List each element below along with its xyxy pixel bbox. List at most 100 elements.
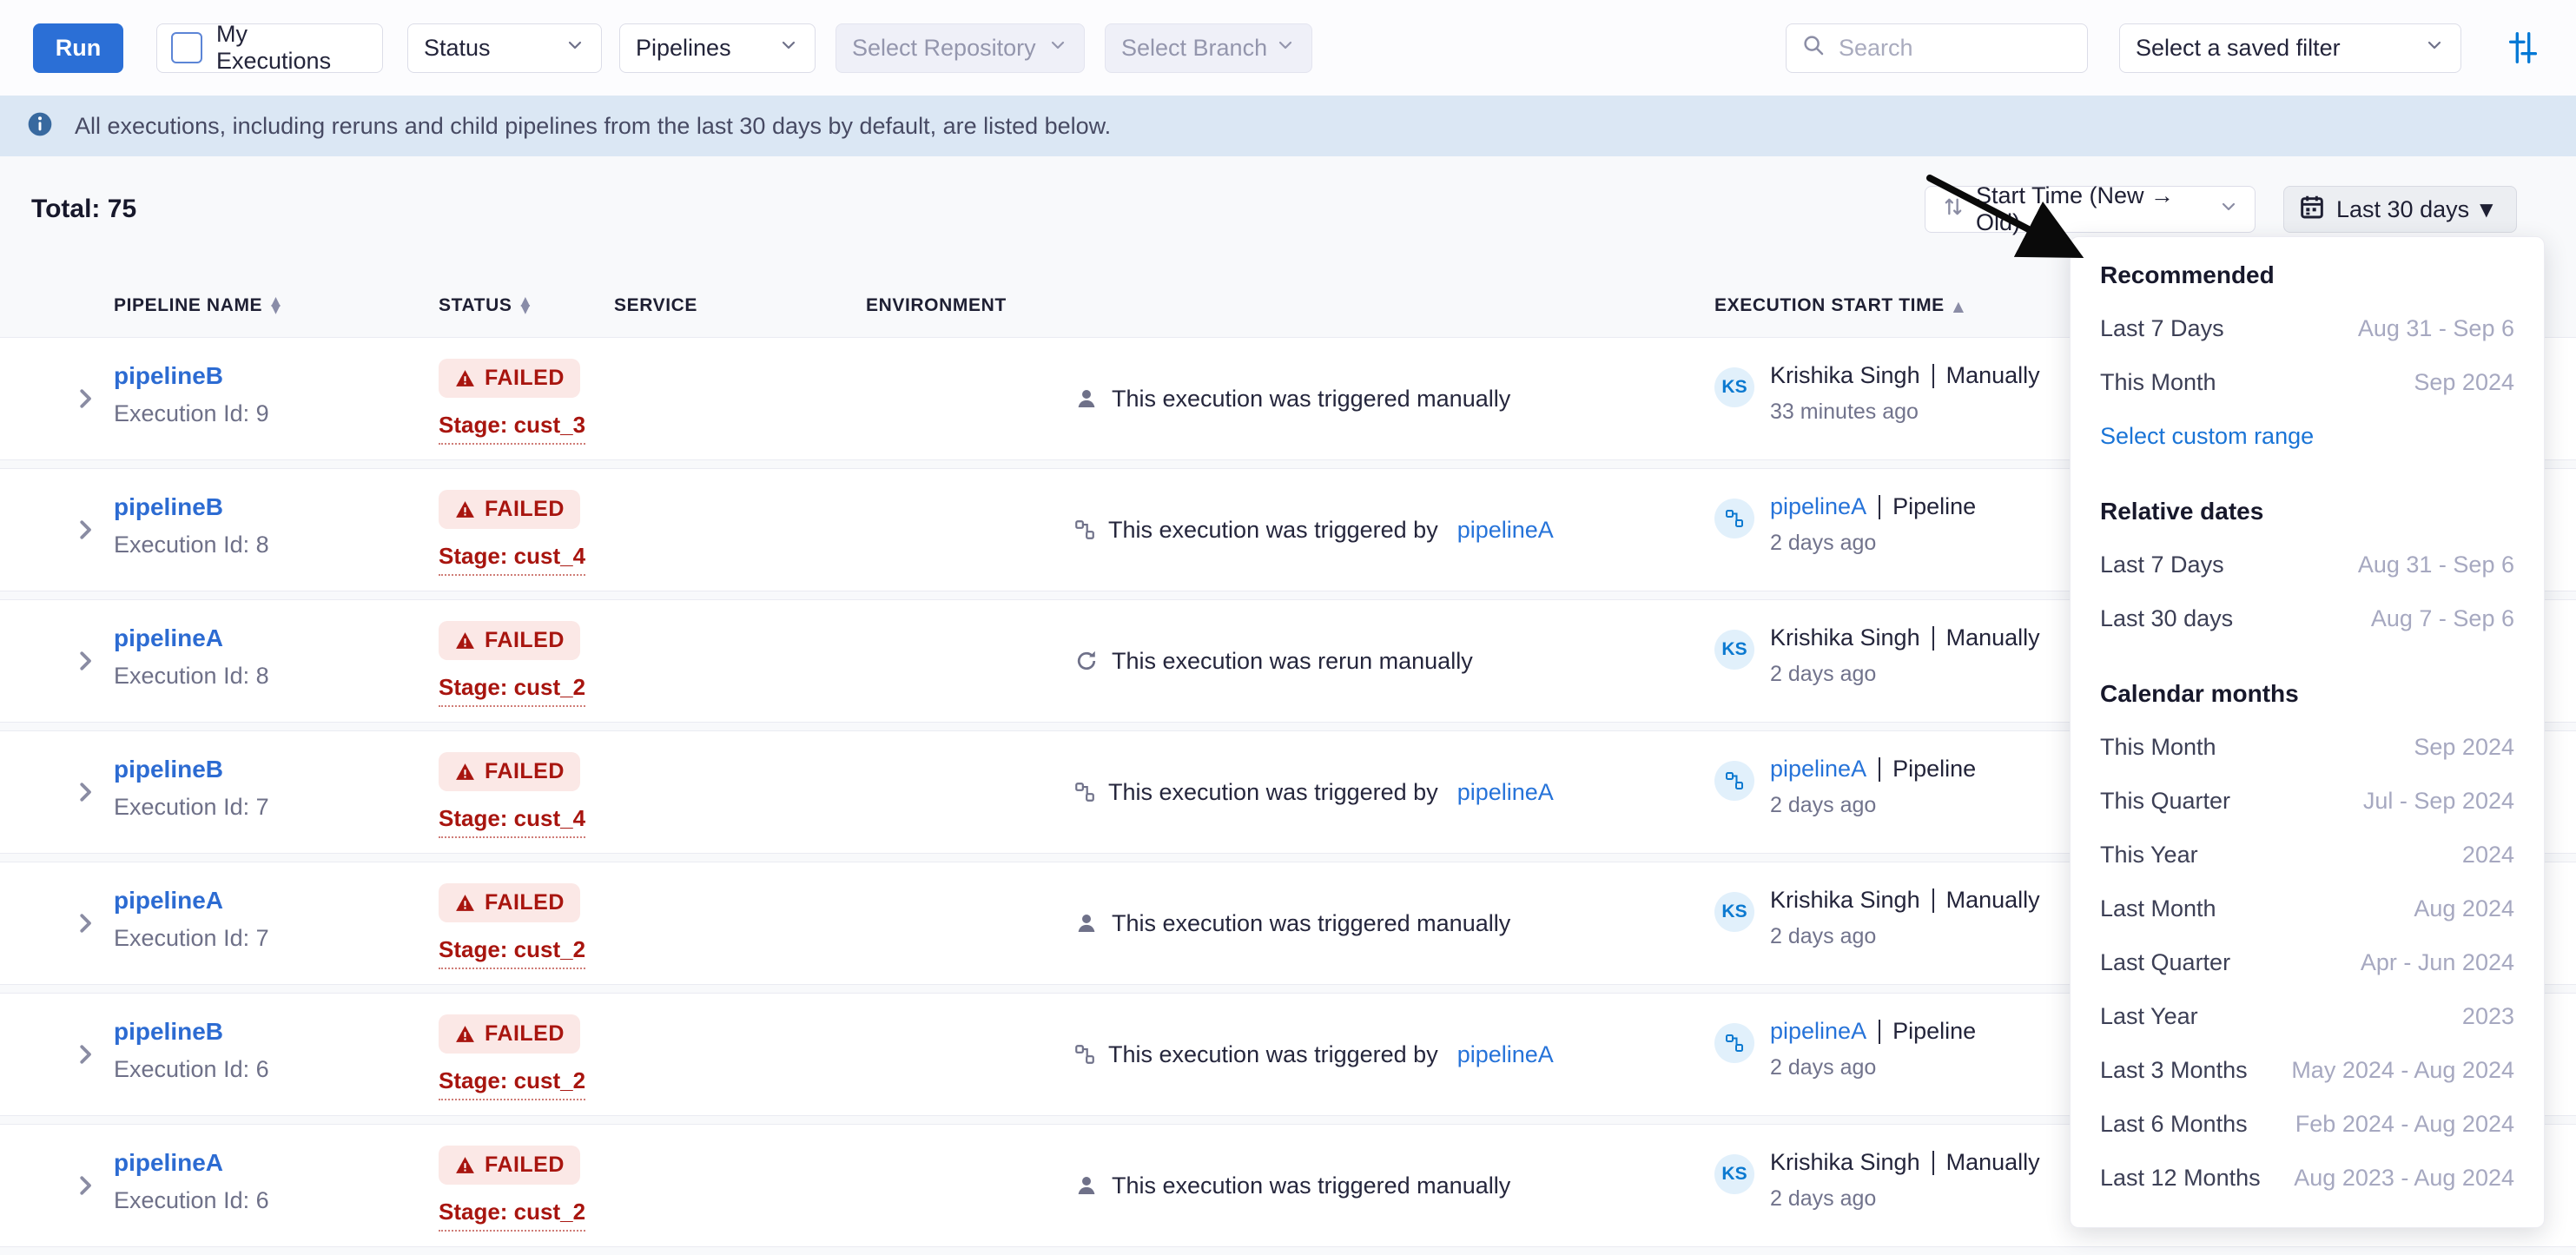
menu-item-last-7-days[interactable]: Last 7 DaysAug 31 - Sep 6 [2100,301,2514,355]
menu-item-this-year[interactable]: This Year2024 [2100,828,2514,882]
pipeline-trigger-icon [1073,1043,1096,1066]
expand-row-icon[interactable] [72,910,98,936]
environment-cell [866,731,1073,853]
menu-item-last-30-days[interactable]: Last 30 days Aug 7 - Sep 6 [2100,591,2514,645]
service-cell [614,994,866,1115]
starter-kind: Pipeline [1892,756,1976,783]
menu-item-last-7-days[interactable]: Last 7 DaysAug 31 - Sep 6 [2100,538,2514,591]
menu-item-last-year[interactable]: Last Year2023 [2100,989,2514,1043]
divider [1879,757,1880,782]
menu-item-last-3-months[interactable]: Last 3 MonthsMay 2024 - Aug 2024 [2100,1043,2514,1097]
service-cell [614,600,866,722]
header-status[interactable]: STATUS ▲▼ [439,295,614,316]
filter-sliders-icon[interactable] [2503,28,2543,68]
chevron-down-icon [1047,35,1068,62]
trigger-pipeline-link[interactable]: pipelineA [1457,1041,1554,1068]
pipeline-name-link[interactable]: pipelineB [114,1018,223,1045]
failed-stage-link[interactable]: Stage: cust_3 [439,412,585,445]
search-box[interactable] [1786,23,2088,73]
failed-stage-link[interactable]: Stage: cust_2 [439,936,585,969]
service-cell [614,731,866,853]
pipeline-name-link[interactable]: pipelineA [114,1149,223,1176]
menu-section-title: Calendar months [2100,678,2514,710]
starter-pipeline-link[interactable]: pipelineA [1770,493,1866,520]
header-label: ENVIRONMENT [866,295,1007,316]
pipeline-name-link[interactable]: pipelineB [114,362,223,389]
failed-stage-link[interactable]: Stage: cust_2 [439,1199,585,1232]
select-branch-label: Select Branch [1121,35,1267,62]
starter-pipeline-link[interactable]: pipelineA [1770,756,1866,783]
pipeline-name-link[interactable]: pipelineA [114,887,223,914]
menu-item-last-6-months[interactable]: Last 6 MonthsFeb 2024 - Aug 2024 [2100,1097,2514,1151]
menu-item-label: Last Month [2100,895,2216,922]
starter-pipeline-link[interactable]: pipelineA [1770,1018,1866,1045]
status-label: FAILED [485,1153,565,1178]
expand-row-icon[interactable] [72,517,98,543]
my-executions-toggle[interactable]: My Executions [156,23,383,73]
expand-row-icon[interactable] [72,648,98,674]
menu-item-this-quarter[interactable]: This QuarterJul - Sep 2024 [2100,774,2514,828]
date-range-menu: RecommendedLast 7 DaysAug 31 - Sep 6This… [2070,236,2545,1228]
menu-item-hint: Aug 7 - Sep 6 [2371,605,2514,632]
search-icon [1800,32,1826,64]
pipeline-name-link[interactable]: pipelineA [114,624,223,651]
menu-item-last-month[interactable]: Last MonthAug 2024 [2100,882,2514,935]
menu-item-this-month[interactable]: This MonthSep 2024 [2100,720,2514,774]
trigger-pipeline-link[interactable]: pipelineA [1457,517,1554,544]
trigger-pipeline-link[interactable]: pipelineA [1457,779,1554,806]
chevron-down-icon [2424,35,2445,62]
sort-both-icon: ▲▼ [520,298,530,313]
execution-id: Execution Id: 9 [114,400,439,427]
environment-cell [866,600,1073,722]
failed-stage-link[interactable]: Stage: cust_4 [439,805,585,838]
header-pipeline-name[interactable]: PIPELINE NAME ▲▼ [114,295,439,316]
expand-row-icon[interactable] [72,779,98,805]
pipeline-name-link[interactable]: pipelineB [114,756,223,783]
failed-stage-link[interactable]: Stage: cust_2 [439,1067,585,1100]
menu-item-label: Last Year [2100,1003,2198,1030]
environment-cell [866,994,1073,1115]
menu-item-hint: May 2024 - Aug 2024 [2291,1057,2514,1084]
pipeline-name-link[interactable]: pipelineB [114,493,223,520]
environment-cell [866,1125,1073,1246]
my-executions-checkbox[interactable] [171,32,202,63]
info-banner: All executions, including reruns and chi… [0,96,2576,156]
start-time-ago: 2 days ago [1770,924,2040,949]
header-label: EXECUTION START TIME [1714,295,1945,316]
menu-item-last-quarter[interactable]: Last QuarterApr - Jun 2024 [2100,935,2514,989]
total-count: Total: 75 [31,195,136,224]
expand-row-icon[interactable] [72,1172,98,1199]
search-input[interactable] [1837,34,2073,63]
warning-icon [454,630,476,651]
expand-row-icon[interactable] [72,1041,98,1067]
menu-item-select-custom-range[interactable]: Select custom range [2100,409,2514,463]
menu-item-this-month[interactable]: This MonthSep 2024 [2100,355,2514,409]
status-label: FAILED [485,628,565,653]
expand-row-icon[interactable] [72,386,98,412]
status-badge: FAILED [439,1014,580,1054]
status-badge: FAILED [439,621,580,660]
run-button[interactable]: Run [33,23,123,73]
select-repository-dropdown[interactable]: Select Repository [836,23,1085,73]
failed-stage-link[interactable]: Stage: cust_4 [439,543,585,576]
date-range-label: Last 30 days [2336,196,2469,223]
status-label: FAILED [485,759,565,784]
chevron-down-icon [1275,35,1296,62]
status-filter-dropdown[interactable]: Status [407,23,602,73]
select-branch-dropdown[interactable]: Select Branch [1105,23,1312,73]
initials-avatar: KS [1714,1154,1754,1194]
initials-avatar: KS [1714,630,1754,670]
menu-item-last-12-months[interactable]: Last 12 MonthsAug 2023 - Aug 2024 [2100,1151,2514,1205]
trigger-message: This execution was rerun manually [1112,648,1473,675]
saved-filter-dropdown[interactable]: Select a saved filter [2119,23,2461,73]
manual-trigger-icon [1073,1172,1100,1199]
status-label: FAILED [485,366,565,391]
date-range-button[interactable]: Last 30 days ▼ [2283,186,2517,233]
starter-name: Krishika Singh [1770,1149,1920,1176]
trigger-message: This execution was triggered by [1108,517,1438,544]
failed-stage-link[interactable]: Stage: cust_2 [439,674,585,707]
trigger-message: This execution was triggered manually [1112,386,1510,413]
pipelines-filter-dropdown[interactable]: Pipelines [619,23,816,73]
sort-order-dropdown[interactable]: Start Time (New → Old) [1925,186,2256,233]
menu-item-label: Last 30 days [2100,605,2233,632]
